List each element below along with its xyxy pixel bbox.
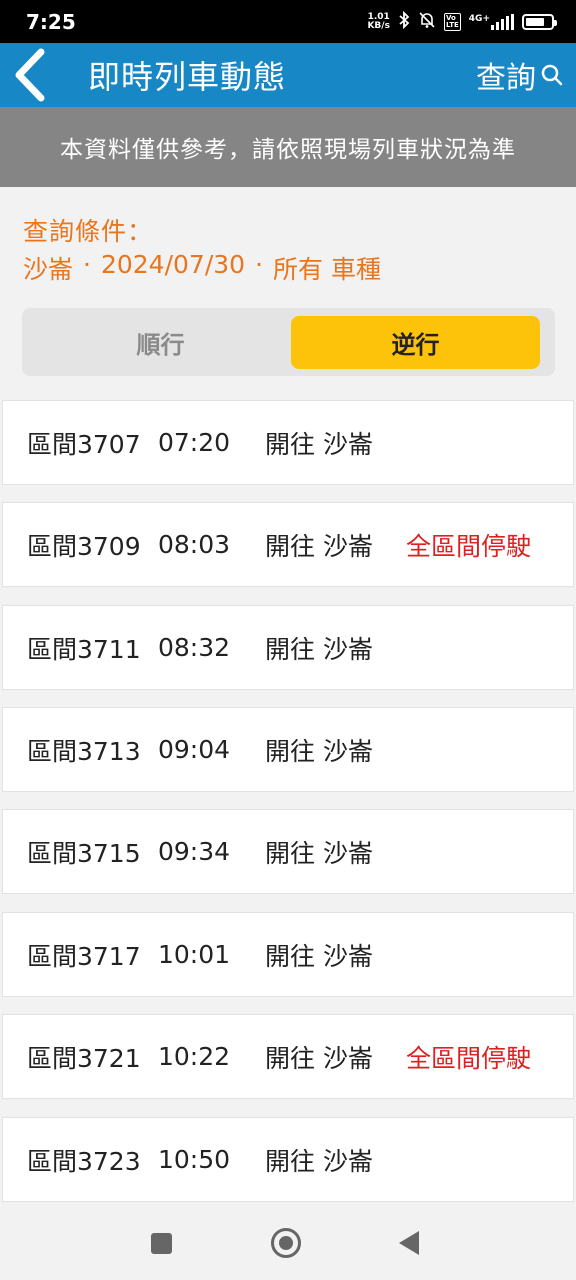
train-destination: 開往 沙崙 xyxy=(265,1043,373,1073)
list-item[interactable]: 區間3715 09:34 開往 沙崙 xyxy=(2,809,574,894)
train-status: 全區間停駛 xyxy=(406,1043,532,1073)
train-destination: 開往 沙崙 xyxy=(265,838,373,868)
search-icon xyxy=(541,64,563,86)
home-button[interactable] xyxy=(271,1228,301,1258)
list-item[interactable]: 區間3717 10:01 開往 沙崙 xyxy=(2,912,574,997)
back-nav-button[interactable] xyxy=(399,1231,419,1255)
train-name: 區間3723 xyxy=(27,1146,141,1176)
train-name: 區間3721 xyxy=(27,1043,141,1073)
battery-icon xyxy=(522,13,557,30)
train-time: 09:04 xyxy=(158,735,231,764)
train-destination: 開往 沙崙 xyxy=(265,531,373,561)
train-destination: 開往 沙崙 xyxy=(265,634,373,664)
train-name: 區間3715 xyxy=(27,838,141,868)
list-item[interactable]: 區間3709 08:03 開往 沙崙 全區間停駛 xyxy=(2,502,574,587)
query-label: 查詢條件： xyxy=(23,217,154,246)
query-date: 2024/07/30 xyxy=(100,250,246,279)
train-name: 區間3707 xyxy=(27,429,141,459)
train-time: 10:50 xyxy=(158,1145,231,1174)
list-item[interactable]: 區間3721 10:22 開往 沙崙 全區間停駛 xyxy=(2,1014,574,1099)
list-item[interactable]: 區間3713 09:04 開往 沙崙 xyxy=(2,707,574,792)
volte-label-bottom: LTE xyxy=(445,20,459,29)
train-name: 區間3711 xyxy=(27,634,141,664)
query-station: 沙崙 xyxy=(23,255,74,284)
page-title: 即時列車動態 xyxy=(88,58,287,96)
query-separator: · xyxy=(83,250,91,279)
net-speed: 1.01 KB/s xyxy=(367,12,390,31)
bluetooth-icon xyxy=(398,10,410,33)
train-name: 區間3709 xyxy=(27,531,141,561)
volte-icon: Vo LTE xyxy=(443,12,461,31)
tab-forward[interactable]: 順行 xyxy=(36,316,285,369)
train-time: 07:20 xyxy=(158,428,231,457)
status-time: 7:25 xyxy=(26,9,76,34)
direction-toggle: 順行 逆行 xyxy=(22,308,555,376)
search-button[interactable]: 查詢 xyxy=(476,53,576,97)
status-icons: 1.01 KB/s Vo LTE 4G+ xyxy=(367,10,557,33)
signal-icon: 4G+ xyxy=(468,13,514,30)
query-separator: · xyxy=(255,250,264,279)
app-header: 即時列車動態 查詢 xyxy=(0,43,576,107)
tab-reverse[interactable]: 逆行 xyxy=(291,316,540,369)
list-item[interactable]: 區間3707 07:20 開往 沙崙 xyxy=(2,400,574,485)
train-time: 08:03 xyxy=(158,530,231,559)
train-name: 區間3713 xyxy=(27,736,141,766)
train-status: 全區間停駛 xyxy=(406,531,532,561)
list-item[interactable]: 區間3711 08:32 開往 沙崙 xyxy=(2,605,574,690)
search-label: 查詢 xyxy=(476,61,536,96)
train-destination: 開往 沙崙 xyxy=(265,429,373,459)
train-destination: 開往 沙崙 xyxy=(265,1146,373,1176)
net-speed-unit: KB/s xyxy=(367,20,390,31)
chevron-left-icon xyxy=(15,48,45,102)
recents-button[interactable] xyxy=(151,1233,172,1254)
query-train-type: 所有 車種 xyxy=(273,255,381,284)
status-bar: 7:25 1.01 KB/s Vo LTE 4G+ xyxy=(0,0,576,43)
query-detail: 沙崙 · 2024/07/30 · 所有 車種 xyxy=(23,250,381,286)
signal-bars xyxy=(491,13,514,30)
train-time: 09:34 xyxy=(158,837,231,866)
train-time: 08:32 xyxy=(158,633,231,662)
back-button[interactable] xyxy=(0,43,60,107)
query-conditions: 查詢條件： 沙崙 · 2024/07/30 · 所有 車種 順行 逆行 xyxy=(0,187,576,400)
train-destination: 開往 沙崙 xyxy=(265,941,373,971)
train-name: 區間3717 xyxy=(27,941,141,971)
train-time: 10:01 xyxy=(158,940,231,969)
battery-fill xyxy=(526,17,544,26)
notice-banner: 本資料僅供參考，請依照現場列車狀況為準 xyxy=(0,107,576,187)
train-destination: 開往 沙崙 xyxy=(265,736,373,766)
system-nav-bar xyxy=(0,1210,576,1280)
network-type: 4G+ xyxy=(468,13,490,24)
mute-bell-icon xyxy=(418,11,436,33)
list-item[interactable]: 區間3723 10:50 開往 沙崙 xyxy=(2,1117,574,1202)
train-time: 10:22 xyxy=(158,1042,231,1071)
notice-text: 本資料僅供參考，請依照現場列車狀況為準 xyxy=(60,137,516,163)
